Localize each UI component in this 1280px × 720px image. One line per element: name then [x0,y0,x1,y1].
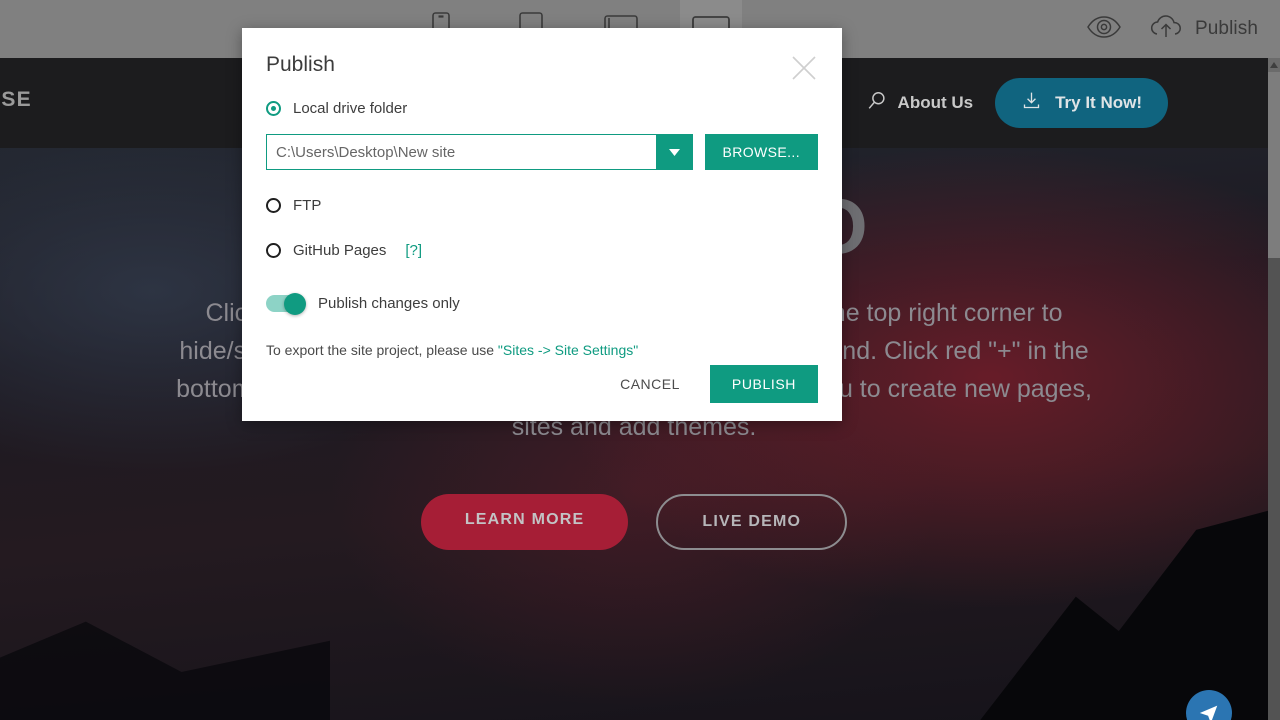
radio-github-label: GitHub Pages [293,242,387,259]
github-help-link[interactable]: [?] [405,242,422,259]
publish-path-input[interactable] [266,134,657,170]
export-note-text: To export the site project, please use [266,342,498,358]
publish-path-row: BROWSE... [266,134,818,170]
radio-option-ftp[interactable]: FTP [266,197,818,214]
publish-changes-only-toggle[interactable]: Publish changes only [266,292,818,315]
chevron-down-icon[interactable] [656,134,693,170]
radio-ftp-indicator [266,198,281,213]
site-settings-link[interactable]: "Sites -> Site Settings" [498,342,638,358]
radio-local-indicator [266,101,281,116]
dialog-actions: CANCEL PUBLISH [606,365,818,403]
radio-local-label: Local drive folder [293,100,408,117]
toggle-label: Publish changes only [318,295,460,312]
radio-option-github-pages[interactable]: GitHub Pages [?] [266,242,818,259]
radio-github-indicator [266,243,281,258]
publish-dialog: Publish Local drive folder BROWSE... FTP [242,28,842,421]
export-note: To export the site project, please use "… [266,342,818,358]
radio-ftp-label: FTP [293,197,322,214]
cancel-button[interactable]: CANCEL [606,366,694,402]
dialog-body: Local drive folder BROWSE... FTP GitHub … [242,28,842,358]
toggle-switch-indicator [266,292,306,315]
close-icon[interactable] [784,48,824,88]
modal-overlay: Publish Local drive folder BROWSE... FTP [0,0,1280,720]
publish-button[interactable]: PUBLISH [709,365,818,403]
browse-button[interactable]: BROWSE... [704,134,818,170]
dialog-title: Publish [266,53,335,76]
radio-option-local-drive[interactable]: Local drive folder [266,100,818,117]
